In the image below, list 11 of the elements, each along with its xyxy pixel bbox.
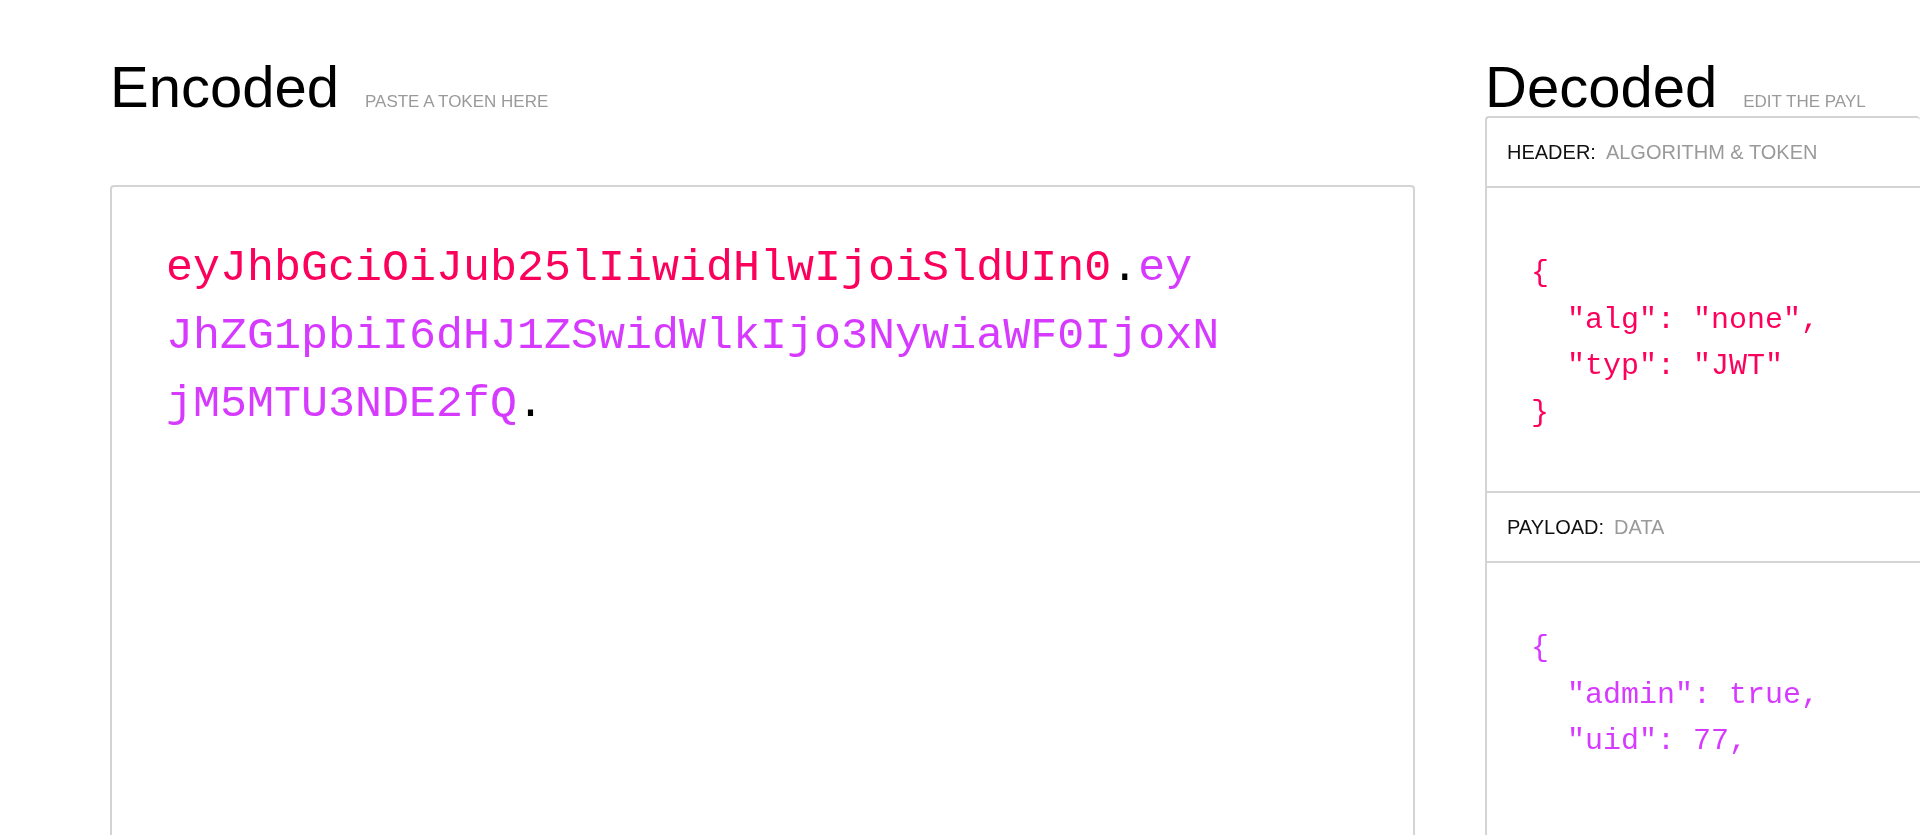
encoded-title: Encoded	[110, 58, 339, 116]
section-label: PAYLOAD:	[1507, 515, 1605, 539]
edit-hint: EDIT THE PAYL	[1743, 92, 1866, 112]
section-label: HEADER:	[1507, 140, 1596, 164]
decoded-title: Decoded	[1485, 58, 1718, 116]
section-hint: DATA	[1614, 515, 1665, 539]
token-input-field[interactable]: eyJhbGciOiJub25lIiwidHlwIjoiSldUIn0.eyJhZG1pbiI6dHJ1ZSwidWlkIjo3NywiaWF0IjoxNjM5MTU3NDE2fQ.	[110, 185, 1415, 835]
paste-hint: PASTE A TOKEN HERE	[365, 92, 549, 112]
json-code[interactable]: { "alg": "none", "typ": "JWT" }	[1531, 250, 1920, 436]
section-hint: ALGORITHM & TOKEN	[1605, 140, 1818, 164]
json-code[interactable]: { "admin": true, "uid": 77,	[1531, 625, 1920, 765]
